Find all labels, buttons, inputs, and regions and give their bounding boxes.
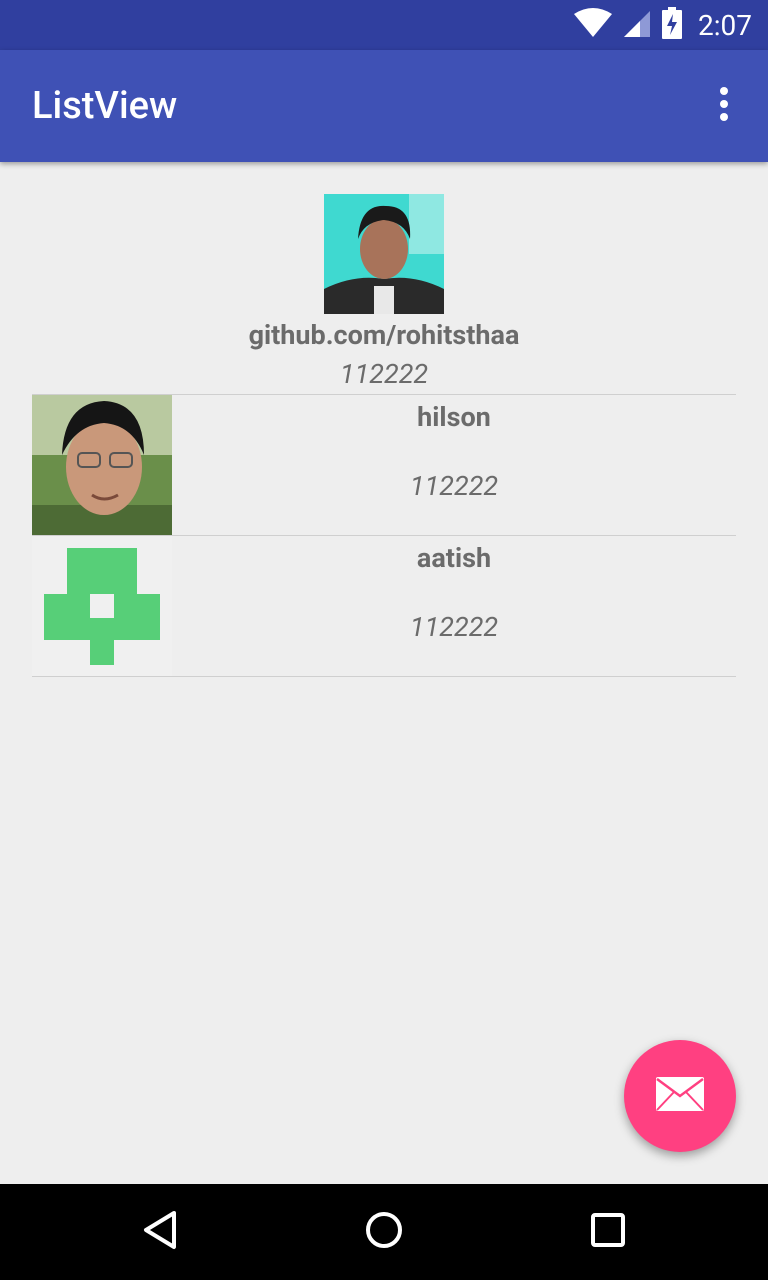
header-avatar xyxy=(324,194,444,314)
header-name: github.com/rohitsthaa xyxy=(248,319,520,351)
status-bar: 2:07 xyxy=(0,0,768,50)
header-number: 112222 xyxy=(339,358,429,390)
status-icons: 2:07 xyxy=(574,0,752,50)
contact-avatar xyxy=(32,536,172,676)
list-item[interactable]: aatish 112222 xyxy=(32,535,736,677)
more-vert-icon xyxy=(718,86,730,126)
back-button[interactable] xyxy=(136,1208,184,1256)
profile-header[interactable]: github.com/rohitsthaa 112222 xyxy=(0,194,768,394)
contact-name: aatish xyxy=(416,542,492,574)
mail-icon xyxy=(655,1076,705,1116)
app-title: ListView xyxy=(32,84,178,128)
wifi-icon xyxy=(574,8,612,42)
recents-button[interactable] xyxy=(584,1208,632,1256)
contact-number: 112222 xyxy=(409,611,499,643)
overflow-menu-button[interactable] xyxy=(700,82,748,130)
status-time: 2:07 xyxy=(698,8,752,42)
contact-list: hilson 112222 aatish 112222 xyxy=(32,394,736,677)
back-icon xyxy=(142,1210,178,1254)
app-bar: ListView xyxy=(0,50,768,162)
contact-avatar xyxy=(32,395,172,535)
list-item[interactable]: hilson 112222 xyxy=(32,394,736,535)
recents-icon xyxy=(590,1212,626,1252)
cell-signal-icon xyxy=(622,8,652,42)
contact-number: 112222 xyxy=(409,470,499,502)
home-icon xyxy=(364,1210,404,1254)
compose-fab[interactable] xyxy=(624,1040,736,1152)
contact-name: hilson xyxy=(417,401,491,433)
navigation-bar xyxy=(0,1184,768,1280)
home-button[interactable] xyxy=(360,1208,408,1256)
battery-charging-icon xyxy=(662,7,682,43)
